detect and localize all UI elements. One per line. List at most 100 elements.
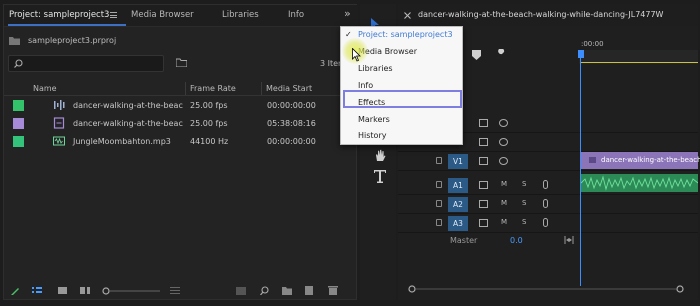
item-media-start: 05:38:08:16 <box>267 119 316 128</box>
table-header: Name Frame Rate Media Start <box>4 81 358 96</box>
project-path-row: sampleproject3.prproj <box>4 33 358 49</box>
track-label-v1[interactable]: V1 <box>448 154 468 169</box>
sync-lock-icon[interactable] <box>479 119 488 127</box>
sync-lock-icon[interactable] <box>479 200 488 208</box>
hand-tool-icon[interactable] <box>374 149 386 162</box>
lock-icon[interactable] <box>436 157 442 164</box>
list-view-icon[interactable] <box>32 286 42 295</box>
sort-icon[interactable] <box>170 286 180 295</box>
type-tool-icon[interactable] <box>374 170 386 183</box>
project-file-label: sampleproject3.prproj <box>28 36 117 45</box>
find-icon[interactable] <box>260 286 270 295</box>
more-tabs-icon[interactable]: » <box>344 7 351 20</box>
active-tab-indicator <box>8 24 126 26</box>
trash-icon[interactable] <box>328 286 338 295</box>
sync-lock-icon[interactable] <box>479 181 488 189</box>
lock-icon[interactable] <box>436 181 442 188</box>
item-frame-rate: 44100 Hz <box>190 137 229 146</box>
tab-info[interactable]: Info <box>288 10 304 20</box>
toggle-output-icon[interactable] <box>499 119 508 127</box>
playhead-line[interactable] <box>580 50 581 286</box>
item-name: JungleMoombahton.mp3 <box>73 137 171 146</box>
new-item-icon[interactable] <box>304 286 314 295</box>
audio-waveform <box>581 175 698 191</box>
column-divider[interactable] <box>185 82 186 95</box>
wrench-icon[interactable] <box>496 49 507 60</box>
voice-over-record-icon[interactable] <box>543 199 548 208</box>
column-frame-rate[interactable]: Frame Rate <box>190 84 236 93</box>
sync-lock-icon[interactable] <box>479 219 488 227</box>
track-label-a1[interactable]: A1 <box>448 178 468 193</box>
video-clip[interactable]: dancer-walking-at-the-beach-w <box>581 152 700 169</box>
table-row[interactable]: JungleMoombahton.mp3 44100 Hz 00:00:00:0… <box>4 132 358 150</box>
menu-item-markers[interactable]: Markers <box>358 115 390 124</box>
master-volume-value[interactable]: 0.0 <box>510 236 523 245</box>
menu-item-info[interactable]: Info <box>358 81 373 90</box>
mute-button[interactable]: M <box>501 180 507 188</box>
tab-media-browser[interactable]: Media Browser <box>131 10 194 20</box>
menu-item-history[interactable]: History <box>358 131 386 140</box>
work-area-bar[interactable] <box>581 62 698 63</box>
toggle-output-icon[interactable] <box>499 138 508 146</box>
ruler-time-label: :00:00 <box>581 40 604 48</box>
item-frame-rate: 25.00 fps <box>190 101 228 110</box>
mute-button[interactable]: M <box>501 199 507 207</box>
new-bin-icon[interactable] <box>176 58 187 67</box>
clip-fx-icon <box>589 157 596 163</box>
project-bottom-toolbar <box>4 279 358 301</box>
tab-project[interactable]: Project: sampleproject3 <box>9 10 109 20</box>
solo-button[interactable]: S <box>522 180 526 188</box>
automate-to-sequence-icon[interactable] <box>236 286 246 295</box>
track-label-a3[interactable]: A3 <box>448 216 468 231</box>
sync-lock-icon[interactable] <box>479 157 488 165</box>
video-clip-label: dancer-walking-at-the-beach-w <box>601 156 700 164</box>
label-color-swatch[interactable] <box>13 100 24 111</box>
item-frame-rate: 25.00 fps <box>190 119 228 128</box>
close-tab-icon[interactable] <box>404 12 411 19</box>
voice-over-record-icon[interactable] <box>543 180 548 189</box>
go-to-end-icon[interactable] <box>564 236 574 244</box>
freeform-view-icon[interactable] <box>80 286 90 295</box>
menu-item-effects[interactable]: Effects <box>358 98 385 107</box>
menu-item-project[interactable]: Project: sampleproject3 <box>358 30 453 39</box>
new-bin-icon[interactable] <box>282 286 292 295</box>
track-label-a2[interactable]: A2 <box>448 197 468 212</box>
column-divider[interactable] <box>261 82 262 95</box>
label-color-swatch[interactable] <box>13 136 24 147</box>
table-row[interactable]: dancer-walking-at-the-beac 25.00 fps 00:… <box>4 96 358 114</box>
project-panel: Project: sampleproject3 Media Browser Li… <box>3 4 358 301</box>
search-input[interactable] <box>8 55 164 72</box>
solo-button[interactable]: S <box>522 218 526 226</box>
audio-clip[interactable] <box>581 174 698 192</box>
voice-over-record-icon[interactable] <box>543 218 548 227</box>
item-media-start: 00:00:00:00 <box>267 101 316 110</box>
lock-icon[interactable] <box>436 219 442 226</box>
item-name: dancer-walking-at-the-beac <box>73 101 183 110</box>
sync-lock-icon[interactable] <box>479 138 488 146</box>
solo-button[interactable]: S <box>522 199 526 207</box>
timeline-scrollbar[interactable] <box>408 284 688 294</box>
zoom-slider[interactable] <box>102 287 160 295</box>
marker-icon[interactable] <box>472 50 481 60</box>
pencil-icon[interactable] <box>10 286 20 295</box>
menu-item-libraries[interactable]: Libraries <box>358 64 393 73</box>
column-name[interactable]: Name <box>33 84 57 93</box>
playhead-handle[interactable] <box>578 50 584 58</box>
column-media-start[interactable]: Media Start <box>266 84 312 93</box>
icon-view-icon[interactable] <box>58 286 68 295</box>
master-track-label: Master <box>450 236 478 245</box>
mute-button[interactable]: M <box>501 218 507 226</box>
table-row[interactable]: dancer-walking-at-the-beac 25.00 fps 05:… <box>4 114 358 132</box>
folder-icon <box>9 37 20 45</box>
item-name: dancer-walking-at-the-beac <box>73 119 183 128</box>
item-media-start: 00:00:00:00 <box>267 137 316 146</box>
track-a2: A2 M S <box>398 195 698 214</box>
video-clip-icon <box>53 117 65 129</box>
panel-menu-icon[interactable] <box>110 12 117 18</box>
timeline-tab-bar: dancer-walking-at-the-beach-walking-whil… <box>398 4 698 26</box>
tab-libraries[interactable]: Libraries <box>222 10 259 20</box>
label-color-swatch[interactable] <box>13 118 24 129</box>
toggle-output-icon[interactable] <box>499 157 508 165</box>
sequence-tab[interactable]: dancer-walking-at-the-beach-walking-whil… <box>418 10 663 19</box>
lock-icon[interactable] <box>436 200 442 207</box>
